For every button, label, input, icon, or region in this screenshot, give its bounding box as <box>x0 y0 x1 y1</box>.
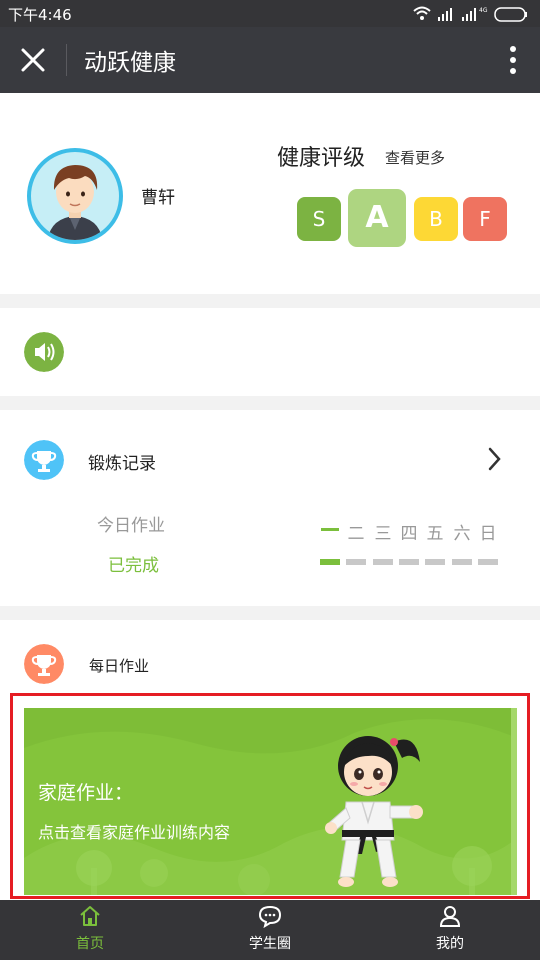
grade-a-badge[interactable]: A <box>348 189 406 247</box>
grade-s-badge[interactable]: S <box>297 197 341 241</box>
weekday-label: 二 <box>347 524 365 544</box>
network-type-label: 4G <box>479 7 488 14</box>
weekday-progress-bar <box>373 559 393 565</box>
tab-mine-label: 我的 <box>436 936 464 952</box>
daily-homework-title: 每日作业 <box>89 657 150 675</box>
notice-card[interactable] <box>0 308 540 396</box>
weekday-label: 五 <box>426 524 444 544</box>
exercise-record-title: 锻炼记录 <box>88 454 156 474</box>
system-icons: 4G <box>412 4 532 24</box>
page-title: 动跃健康 <box>84 50 176 76</box>
avatar[interactable] <box>27 148 123 244</box>
home-icon <box>80 906 100 926</box>
trophy-icon <box>24 644 64 684</box>
weekday-progress-bar <box>320 559 340 565</box>
chevron-right-icon[interactable] <box>483 446 505 472</box>
weekday-label: 六 <box>453 524 471 544</box>
tab-home-label: 首页 <box>76 936 104 952</box>
grade-b-badge[interactable]: B <box>414 197 458 241</box>
tab-student-circle[interactable]: 学生圈 <box>210 900 330 960</box>
grade-f-badge[interactable]: F <box>463 197 507 241</box>
weekday-label: 四 <box>400 524 418 544</box>
tab-home[interactable]: 首页 <box>30 900 150 960</box>
bottom-tab-bar: 首页 学生圈 我的 <box>0 900 540 960</box>
tab-student-circle-label: 学生圈 <box>249 936 291 952</box>
person-icon <box>439 906 461 927</box>
exercise-record-card <box>0 410 540 606</box>
more-vertical-icon[interactable] <box>506 44 520 76</box>
rating-more-link[interactable]: 查看更多 <box>385 147 445 168</box>
current-day-marker <box>321 528 339 531</box>
tab-mine[interactable]: 我的 <box>390 900 510 960</box>
speaker-icon <box>24 332 64 372</box>
signal-4g-icon: 4G <box>462 7 488 21</box>
close-icon[interactable] <box>18 45 48 75</box>
weekday-progress-bar <box>399 559 419 565</box>
rating-title: 健康评级 <box>277 146 366 171</box>
chat-icon <box>258 905 282 928</box>
weekday-label: 三 <box>374 524 392 544</box>
highlight-box <box>10 693 530 899</box>
weekday-progress-bar <box>346 559 366 565</box>
today-homework-label: 今日作业 <box>97 516 165 536</box>
wifi-icon <box>413 6 431 20</box>
status-time: 下午4:46 <box>8 6 72 24</box>
title-separator <box>66 44 67 76</box>
battery-icon <box>494 7 527 22</box>
status-bar: 下午4:46 4G <box>0 0 540 27</box>
today-homework-status: 已完成 <box>108 556 159 576</box>
weekday-progress-bar <box>478 559 498 565</box>
trophy-icon <box>24 440 64 480</box>
title-bar: 动跃健康 <box>0 27 540 93</box>
weekday-progress-bar <box>452 559 472 565</box>
username: 曹轩 <box>141 188 175 208</box>
weekday-progress-bar <box>425 559 445 565</box>
weekday-label: 日 <box>479 524 497 544</box>
signal-icon <box>438 8 452 21</box>
